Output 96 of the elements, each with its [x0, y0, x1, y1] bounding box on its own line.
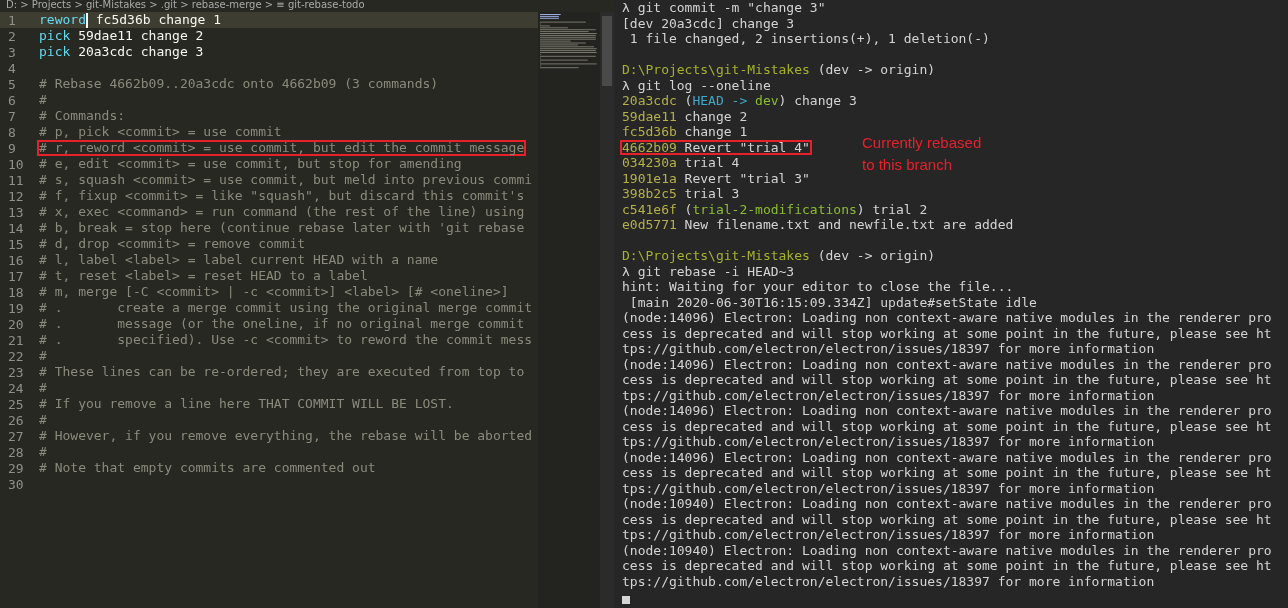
line-number: 15: [7, 236, 25, 252]
terminal-line: D:\Projects\git-Mistakes (dev -> origin): [621, 62, 937, 78]
line-number: 5: [7, 76, 17, 92]
terminal-line: 1 file changed, 2 insertions(+), 1 deletion(-): [628, 31, 991, 47]
code-line: # Note that empty commits are commented out: [38, 460, 377, 476]
line-number: 11: [7, 172, 25, 188]
line-number: 18: [7, 284, 25, 300]
line-number: 9: [7, 140, 17, 156]
code-line: #: [38, 412, 48, 428]
terminal-line: tps://github.com/electron/electron/issues/18397 for more information: [621, 341, 1156, 357]
terminal-line: cess is deprecated and will stop working at some point in the future, please see ht: [621, 325, 1273, 341]
terminal-line: 1901e1a Revert "trial 3": [621, 170, 811, 186]
terminal-line: (node:14096) Electron: Loading non context-aware native modules in the renderer pro: [621, 449, 1273, 465]
line-number: 4: [7, 60, 17, 76]
line-number: 14: [7, 220, 25, 236]
code-line: #: [38, 380, 48, 396]
breadcrumb: D: > Projects > git-Mistakes > .git > rebase-merge > ≡ git-rebase-todo: [5, 0, 366, 12]
annotation-text: Currently rebased to this branch: [862, 132, 983, 175]
terminal-line: λ git commit -m "change 3": [621, 0, 827, 16]
code-line: pick 59dae11 change 2: [38, 28, 205, 44]
code-line: # . message (or the oneline, if no original merge commit: [38, 316, 526, 332]
code-line: # Rebase 4662b09..20a3cdc onto 4662b09 (3 commands): [38, 76, 440, 92]
code-line: # Commands:: [38, 108, 127, 124]
terminal-line: c541e6f (trial-2-modifications) trial 2: [621, 201, 929, 217]
line-number: 23: [7, 364, 25, 380]
terminal-line: tps://github.com/electron/electron/issues/18397 for more information: [621, 527, 1156, 543]
line-number: 24: [7, 380, 25, 396]
code-line: # s, squash <commit> = use commit, but meld into previous commi: [38, 172, 534, 188]
code-line: # x, exec <command> = run command (the rest of the line) using: [38, 204, 526, 220]
line-number: 29: [7, 460, 25, 476]
code-line: reword fc5d36b change 1: [38, 10, 223, 30]
line-number: 7: [7, 108, 17, 124]
terminal-line: fc5d36b change 1: [621, 124, 749, 140]
terminal-line: tps://github.com/electron/electron/issues/18397 for more information: [621, 387, 1156, 403]
line-number: 6: [7, 92, 17, 108]
code-line: # m, merge [-C <commit> | -c <commit>] <label> [# <oneline>]: [38, 284, 510, 300]
terminal-line: e0d5771 New filename.txt and newfile.txt are added: [621, 217, 1015, 233]
line-number: 2: [7, 28, 17, 44]
line-number: 22: [7, 348, 25, 364]
text-cursor: [622, 595, 630, 604]
line-number: 27: [7, 428, 25, 444]
code-line: #: [38, 444, 48, 460]
terminal-line: [main 2020-06-30T16:15:09.334Z] update#setState idle: [628, 294, 1038, 310]
terminal-line: cess is deprecated and will stop working at some point in the future, please see ht: [621, 558, 1273, 574]
code-line: #: [38, 348, 48, 364]
code-line: # e, edit <commit> = use commit, but stop for amending: [38, 156, 463, 172]
line-number: 10: [7, 156, 25, 172]
line-number: 13: [7, 204, 25, 220]
line-number: 25: [7, 396, 25, 412]
line-number: 1: [7, 12, 17, 28]
terminal-line: 59dae11 change 2: [621, 108, 749, 124]
code-line: # These lines can be re-ordered; they are executed from top to: [38, 364, 526, 380]
terminal-line: 20a3cdc (HEAD -> dev) change 3: [621, 93, 858, 109]
code-line: pick 20a3cdc change 3: [38, 44, 205, 60]
code-line: # t, reset <label> = reset HEAD to a label: [38, 268, 369, 284]
code-line: # l, label <label> = label current HEAD with a name: [38, 252, 440, 268]
line-number: 20: [7, 316, 25, 332]
code-line: # . create a merge commit using the original merge commit: [38, 300, 534, 316]
code-line: #: [38, 92, 48, 108]
scrollbar-thumb[interactable]: [602, 16, 612, 86]
code-line: # If you remove a line here THAT COMMIT WILL BE LOST.: [38, 396, 455, 412]
code-line: # d, drop <commit> = remove commit: [38, 236, 307, 252]
line-number: 19: [7, 300, 25, 316]
line-number: 16: [7, 252, 25, 268]
terminal-line: [dev 20a3cdc] change 3: [621, 15, 796, 31]
terminal-line: tps://github.com/electron/electron/issues/18397 for more information: [621, 434, 1156, 450]
code-line: # f, fixup <commit> = like "squash", but discard this commit's: [38, 188, 526, 204]
terminal-line: 398b2c5 trial 3: [621, 186, 741, 202]
terminal-line: λ git log --oneline: [621, 77, 772, 93]
line-number: 28: [7, 444, 25, 460]
line-number: 30: [7, 476, 25, 492]
line-number: 17: [7, 268, 25, 284]
code-line: # However, if you remove everything, the rebase will be aborted: [38, 428, 534, 444]
terminal-line: 034230a trial 4: [621, 155, 741, 171]
code-line: # p, pick <commit> = use commit: [38, 124, 283, 140]
code-line: # b, break = stop here (continue rebase later with 'git rebase: [38, 220, 526, 236]
terminal-line: cess is deprecated and will stop working at some point in the future, please see ht: [621, 372, 1273, 388]
terminal-line: (node:10940) Electron: Loading non context-aware native modules in the renderer pro: [621, 542, 1273, 558]
terminal-line: D:\Projects\git-Mistakes (dev -> origin): [621, 248, 937, 264]
terminal-line: λ git rebase -i HEAD~3: [621, 263, 796, 279]
code-line: # . specified). Use -c <commit> to reword the commit mess: [38, 332, 534, 348]
line-number: 3: [7, 44, 17, 60]
terminal-line: cess is deprecated and will stop working at some point in the future, please see ht: [621, 418, 1273, 434]
terminal-line: (node:10940) Electron: Loading non context-aware native modules in the renderer pro: [621, 496, 1273, 512]
terminal-line: (node:14096) Electron: Loading non context-aware native modules in the renderer pro: [621, 403, 1273, 419]
terminal-line: (node:14096) Electron: Loading non context-aware native modules in the renderer pro: [621, 310, 1273, 326]
terminal-line: (node:14096) Electron: Loading non context-aware native modules in the renderer pro: [621, 356, 1273, 372]
line-number: 26: [7, 412, 25, 428]
line-number: 21: [7, 332, 25, 348]
terminal-line: cess is deprecated and will stop working at some point in the future, please see ht: [621, 465, 1273, 481]
terminal-line: hint: Waiting for your editor to close the file...: [621, 279, 1015, 295]
line-number: 12: [7, 188, 25, 204]
terminal-line: tps://github.com/electron/electron/issues/18397 for more information: [621, 573, 1156, 589]
terminal-line: cess is deprecated and will stop working at some point in the future, please see ht: [621, 511, 1273, 527]
terminal-line: tps://github.com/electron/electron/issues/18397 for more information: [621, 480, 1156, 496]
line-number: 8: [7, 124, 17, 140]
